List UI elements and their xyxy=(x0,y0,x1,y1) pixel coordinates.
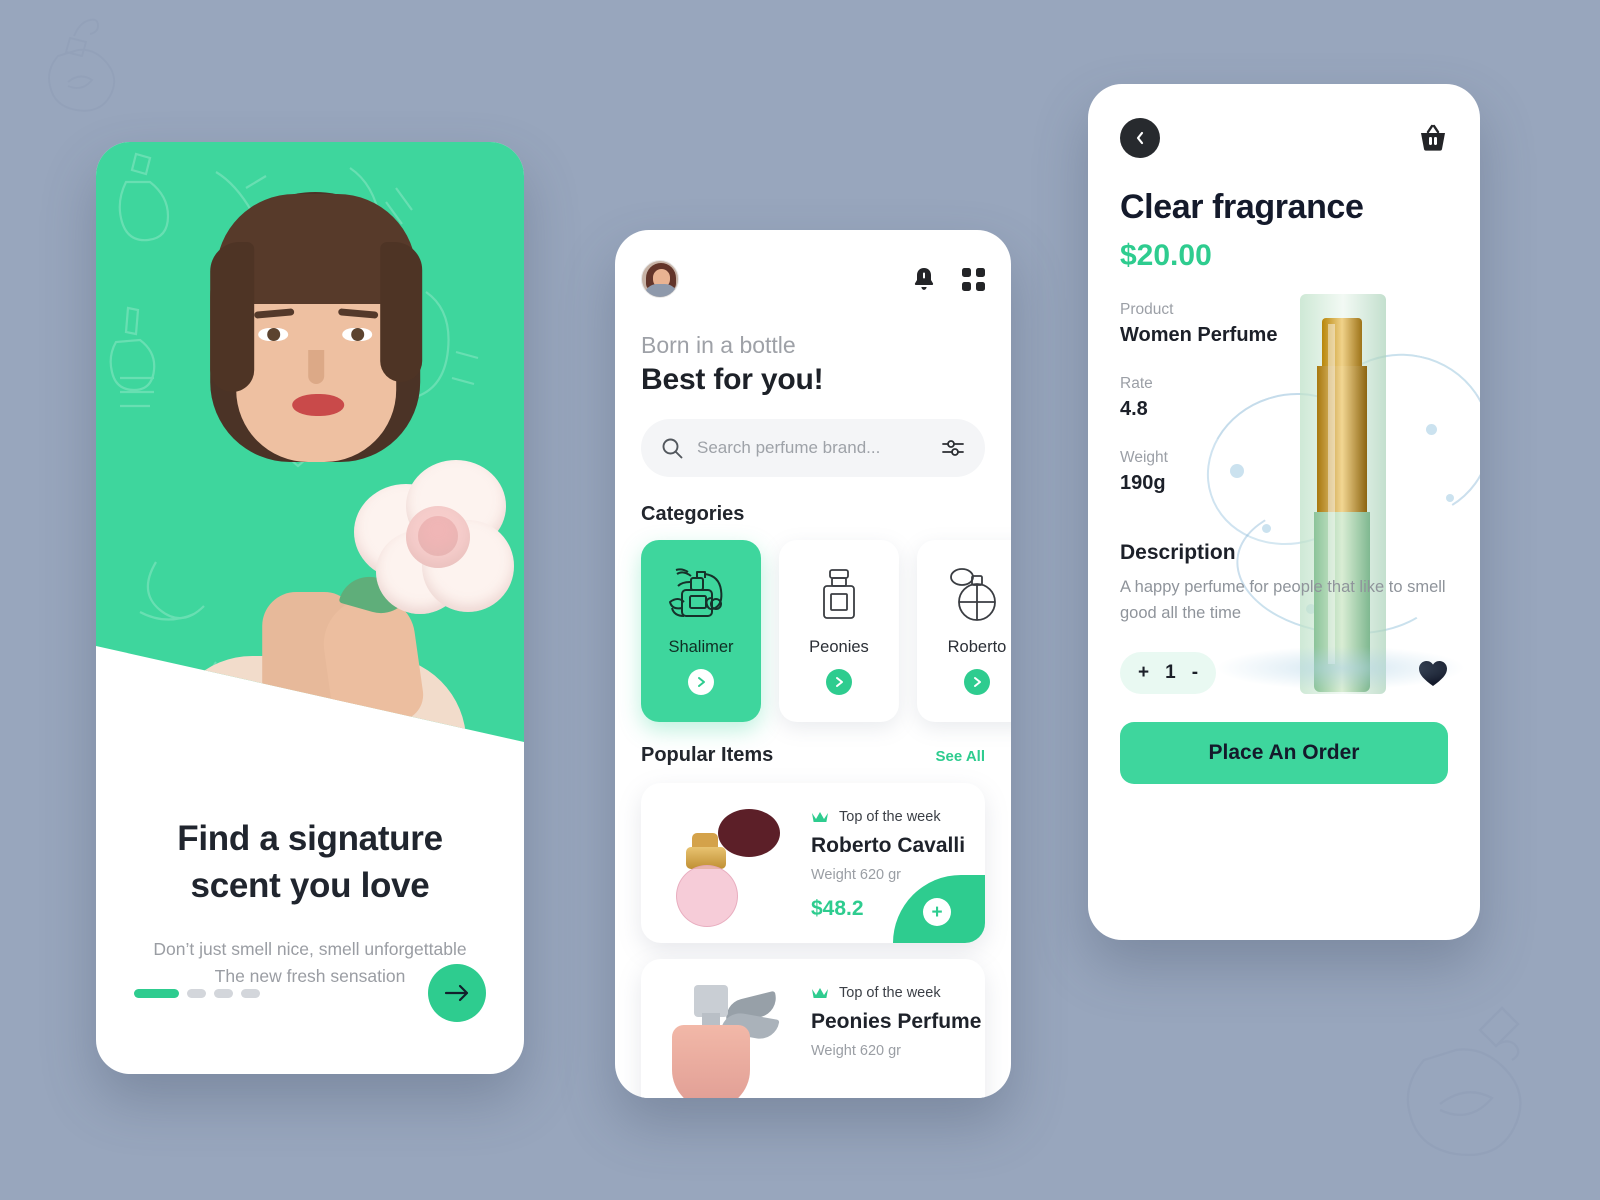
pagination-dot-1[interactable] xyxy=(134,988,179,998)
product-price: $20.00 xyxy=(1120,239,1212,272)
top-of-week-badge: Top of the week xyxy=(811,985,985,1001)
background-perfume-watermark-top-left xyxy=(24,12,132,124)
spec-label: Rate xyxy=(1120,375,1153,392)
product-detail-screen: Clear fragrance $20.00 Product Women Per… xyxy=(1088,84,1480,940)
cart-button[interactable] xyxy=(1418,124,1448,152)
quantity-value: 1 xyxy=(1165,662,1176,684)
water-drop xyxy=(1262,524,1271,533)
spec-value: 4.8 xyxy=(1120,398,1148,420)
onboarding-screen: Find a signature scent you love Don’t ju… xyxy=(96,142,524,1074)
categories-title: Categories xyxy=(641,503,745,525)
quantity-increment-button[interactable]: + xyxy=(1138,662,1149,684)
product-image xyxy=(641,959,807,1098)
detail-header xyxy=(1120,118,1448,158)
category-label: Peonies xyxy=(809,638,869,656)
peonies-perfume-bottle xyxy=(664,979,784,1098)
back-button[interactable] xyxy=(1120,118,1160,158)
category-card-peonies[interactable]: Peonies xyxy=(779,540,899,722)
popular-items-title: Popular Items xyxy=(641,744,774,766)
popular-items-header: Popular Items See All xyxy=(641,744,985,767)
arrow-right-icon xyxy=(444,984,469,1002)
pagination-dot-3[interactable] xyxy=(214,988,233,998)
onboarding-footer xyxy=(134,964,486,1022)
product-weight: Weight 620 gr xyxy=(811,1043,902,1059)
grid-menu-button[interactable] xyxy=(962,267,985,291)
home-heading: Best for you! xyxy=(641,363,824,396)
header-actions xyxy=(912,266,985,292)
next-button[interactable] xyxy=(428,964,486,1022)
home-kicker: Born in a bottle xyxy=(641,332,796,358)
home-screen: Born in a bottle Best for you! Categorie… xyxy=(615,230,1011,1098)
round-atomizer-bottle-icon xyxy=(950,568,996,621)
categories-list: Shalimer Peonies Roberto xyxy=(641,540,1011,722)
spec-value: 190g xyxy=(1120,472,1166,494)
product-info: Top of the week Peonies Perfume Weight 6… xyxy=(807,959,985,1098)
product-name: Peonies Perfume xyxy=(811,1010,982,1033)
category-go-button[interactable] xyxy=(688,669,714,695)
top-of-week-badge: Top of the week xyxy=(811,809,985,825)
filter-sliders-icon[interactable] xyxy=(941,437,965,459)
see-all-link[interactable]: See All xyxy=(936,748,985,765)
background-perfume-watermark-bottom-right xyxy=(1380,994,1560,1180)
category-label: Shalimer xyxy=(668,638,734,656)
product-card-peonies-perfume[interactable]: Top of the week Peonies Perfume Weight 6… xyxy=(641,959,985,1098)
spec-value: Women Perfume xyxy=(1120,324,1278,346)
category-go-button[interactable] xyxy=(826,669,852,695)
pagination-dots[interactable] xyxy=(134,988,260,998)
category-go-button[interactable] xyxy=(964,669,990,695)
chevron-right-icon xyxy=(973,677,981,687)
roberto-cavalli-bottle xyxy=(664,803,784,943)
crown-icon xyxy=(812,988,828,998)
spec-rate: Rate 4.8 xyxy=(1120,375,1448,421)
pagination-dot-4[interactable] xyxy=(241,988,260,998)
square-perfume-bottle-icon xyxy=(823,569,855,619)
rose-flower xyxy=(338,454,516,622)
onboarding-content: Find a signature scent you love Don’t ju… xyxy=(96,742,524,1074)
search-icon xyxy=(662,438,683,459)
notification-bell-icon xyxy=(914,268,934,290)
badge-label: Top of the week xyxy=(839,809,941,825)
category-card-roberto[interactable]: Roberto xyxy=(917,540,1011,722)
product-card-roberto-cavalli[interactable]: Top of the week Roberto Cavalli Weight 6… xyxy=(641,783,985,943)
hero-image xyxy=(96,142,524,742)
category-card-shalimer[interactable]: Shalimer xyxy=(641,540,761,722)
avatar[interactable] xyxy=(641,260,679,298)
water-drop xyxy=(1446,494,1454,502)
category-label: Roberto xyxy=(947,638,1007,656)
chevron-left-icon xyxy=(1136,131,1144,145)
description-title: Description xyxy=(1120,541,1236,564)
pagination-dot-2[interactable] xyxy=(187,988,206,998)
crown-icon xyxy=(812,812,828,822)
plus-icon: + xyxy=(923,898,951,926)
subtitle-line-1: Don’t just smell nice, smell unforgettab… xyxy=(153,938,467,959)
description-text: A happy perfume for people that like to … xyxy=(1120,578,1446,622)
page-title: Find a signature scent you love xyxy=(177,819,443,905)
badge-label: Top of the week xyxy=(839,985,941,1001)
chevron-right-icon xyxy=(697,677,705,687)
spec-label: Weight xyxy=(1120,449,1168,466)
product-title: Clear fragrance xyxy=(1120,188,1364,226)
spec-label: Product xyxy=(1120,301,1174,318)
perfume-spray-bottle-icon xyxy=(669,568,723,617)
spec-product: Product Women Perfume xyxy=(1120,301,1448,347)
product-name: Roberto Cavalli xyxy=(811,834,966,857)
chevron-right-icon xyxy=(835,677,843,687)
home-header xyxy=(641,260,985,298)
notifications-button[interactable] xyxy=(912,266,936,292)
spec-weight: Weight 190g xyxy=(1120,449,1448,495)
search-input[interactable] xyxy=(697,438,927,458)
shopping-basket-icon xyxy=(1421,124,1445,151)
water-drop xyxy=(1426,424,1437,435)
search-bar[interactable] xyxy=(641,419,985,477)
water-reflection xyxy=(1216,646,1466,690)
grid-menu-icon xyxy=(962,267,985,291)
product-image xyxy=(641,783,807,943)
